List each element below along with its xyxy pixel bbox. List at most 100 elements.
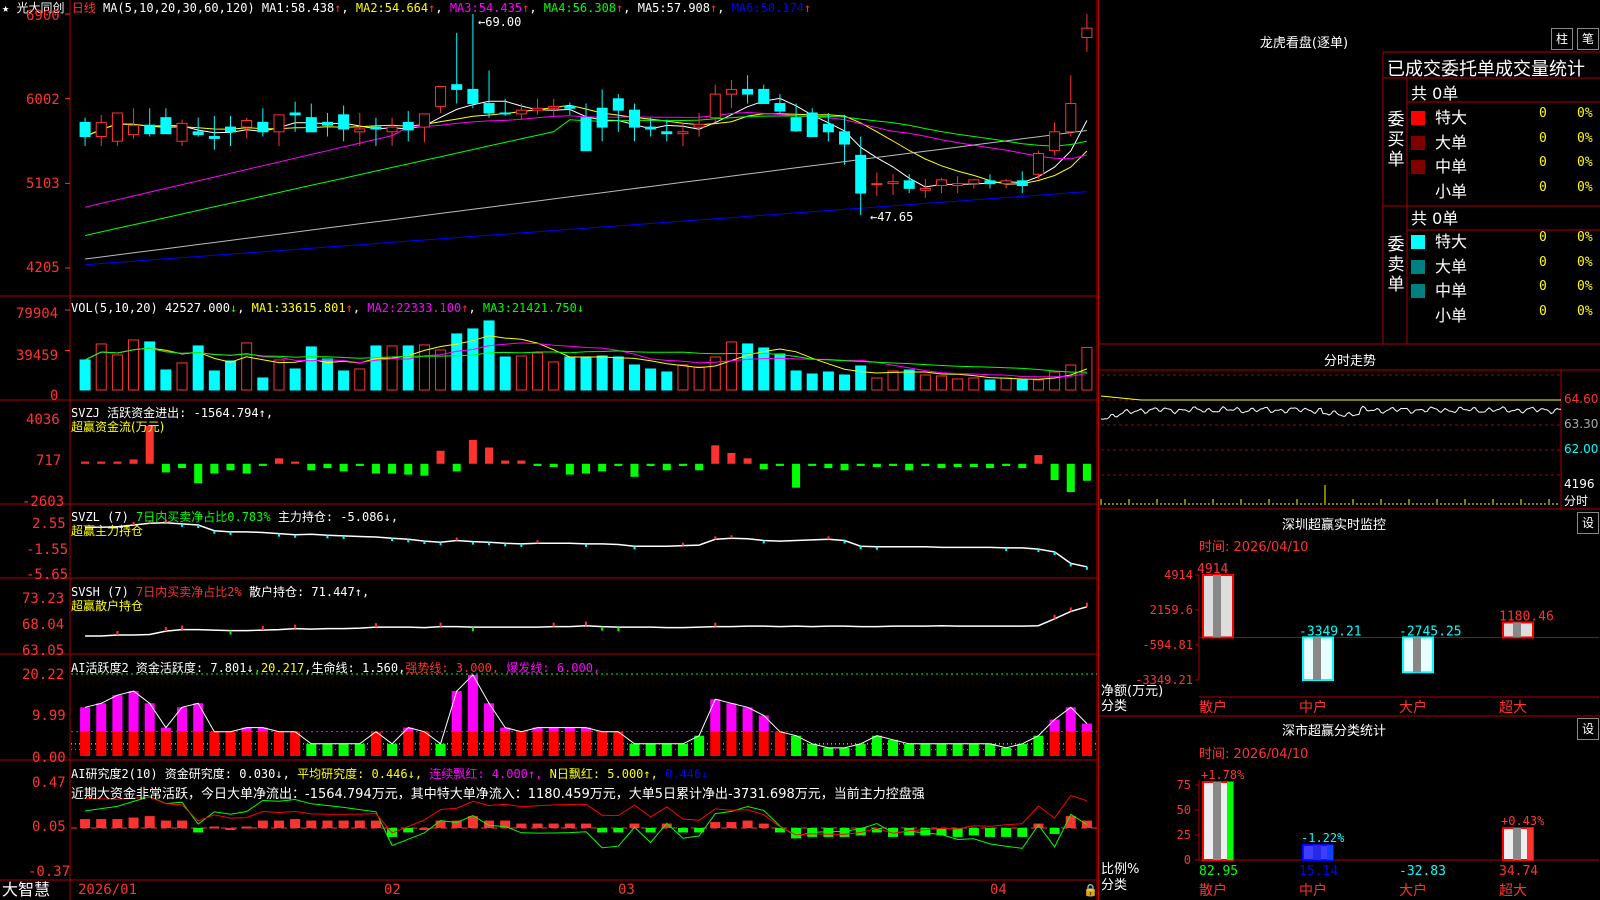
fund-flow-bar [161,463,170,473]
research-bar [613,828,624,833]
fund-flow-bar [695,463,704,471]
volume-bar [1065,364,1077,391]
volume-bar [693,366,705,391]
volume-bar [483,320,495,391]
candle-body [289,112,301,116]
monitor-category: 大户 [1399,699,1427,716]
research-bar [1049,828,1060,834]
row-count: 0 [1539,106,1547,121]
fund-flow-bar [840,463,849,471]
activity-burst-bar [742,707,753,732]
activity-bar [564,731,575,756]
tick-mode-button[interactable]: 笔 [1577,28,1599,50]
kline-chart-area[interactable]: ★ 光大同创 日线 MA(5,10,20,30,60,120) MA1:58.4… [0,0,1098,900]
order-row: 特大 [1411,104,1467,128]
sz-class-xlabel: 分类 [1101,878,1128,893]
ai2-tick-2: 0.05 [32,819,66,835]
fund-flow-bar [129,459,138,464]
ai2-line1: AI研究度2(10) 资金研究度: 0.030↓, 平均研究度: 0.446↓,… [71,767,708,781]
activity-bar [160,731,171,756]
fund-flow-bar [452,463,461,472]
monitor-value-label: -2745.25 [1399,624,1462,639]
activity-bar [871,735,882,756]
activity-bar [984,743,995,756]
research-bar [758,823,769,828]
period-label[interactable]: 日线 [72,1,96,15]
kline-panels[interactable] [0,0,1098,900]
class-category: 中户 [1299,882,1327,899]
candle-body [645,126,657,130]
sz-class-settings-button[interactable]: 设 [1577,718,1599,740]
candle-body [160,117,172,135]
activity-bar [1049,731,1060,756]
candle-body [968,179,980,185]
research-bar [645,828,656,833]
fund-flow-bar [1002,463,1011,466]
bar-mode-button[interactable]: 柱 [1551,28,1573,50]
activity-bar [241,731,252,756]
vol-ma3-value: 21421.750 [511,301,577,315]
ma2-arrow: ↑ [428,1,436,15]
svzl-tick-2: -1.55 [26,542,69,558]
activity-bar [370,731,381,756]
sz-monitor-settings-button[interactable]: 设 [1577,512,1599,534]
row-color-swatch [1411,259,1425,274]
volume-bar [354,368,366,391]
research-bar [1001,828,1012,837]
activity-bar [920,743,931,756]
star-icon[interactable]: ★ [2,1,9,15]
activity-bar [193,731,204,756]
brand-logo: 大智慧 [2,880,51,899]
monitor-tick-label: -594.81 [1142,638,1193,652]
volume-bar [370,345,382,391]
fund-flow-bar [905,463,914,471]
fund-flow-bar [1082,463,1091,481]
class-tick-label: 0 [1184,853,1191,867]
vol-ma2-arrow: ↑ [461,301,469,315]
row-percent: 0% [1577,179,1593,195]
price-tick-3: 5103 [26,176,60,192]
class-category: 散户 [1199,882,1227,899]
candle-body [919,187,931,191]
ai2-nday: N日飘红: 5.000↑, [549,767,658,781]
candle-body [95,121,107,138]
volume-bar [596,355,608,391]
activity-bar [96,731,107,756]
fund-flow-bar [1034,455,1043,464]
candle-body [548,105,560,109]
candle-body [176,122,188,142]
candle-body [338,114,350,130]
volume-bar [467,328,479,391]
class-bar-fill [1303,845,1333,860]
fenshi-title[interactable]: 分时走势 [1099,350,1600,369]
row-label: 特大 [1435,232,1468,251]
activity-bar [823,747,834,756]
vol-ma1-arrow: ↑ [345,301,353,315]
candle-body [839,131,851,145]
activity-bar [1001,747,1012,756]
fund-flow-bar [727,452,736,464]
fund-flow-bar [307,463,316,471]
row-label: 大单 [1435,132,1468,152]
ai1-value: 20.217 [260,661,305,675]
candle-body [709,93,721,119]
ai2-comment: 近期大资金非常活跃，今日大单净流出：-1564.794万元，其中特大单净流入：1… [71,787,925,802]
order-row: 中单 [1411,277,1467,301]
class-bottom-label: 34.74 [1499,864,1538,879]
fund-flow-bar [808,463,817,466]
volume-bar [984,379,996,391]
activity-burst-bar [1081,723,1092,732]
fund-flow-bar [226,463,235,471]
svsh-line2: 超赢散户持仓 [71,599,144,613]
row-count: 0 [1539,179,1547,195]
row-color-swatch [1411,160,1425,174]
candle-body [499,112,511,115]
activity-bar [855,743,866,756]
monitor-category: 散户 [1199,699,1227,716]
volume-bar [742,343,754,391]
row-count: 0 [1539,230,1547,245]
fund-flow-bar [662,463,671,471]
fund-flow-bar [323,463,332,469]
fenshi-tick-5: 分时 [1564,494,1589,508]
lock-icon[interactable]: 🔒 [1083,883,1098,897]
